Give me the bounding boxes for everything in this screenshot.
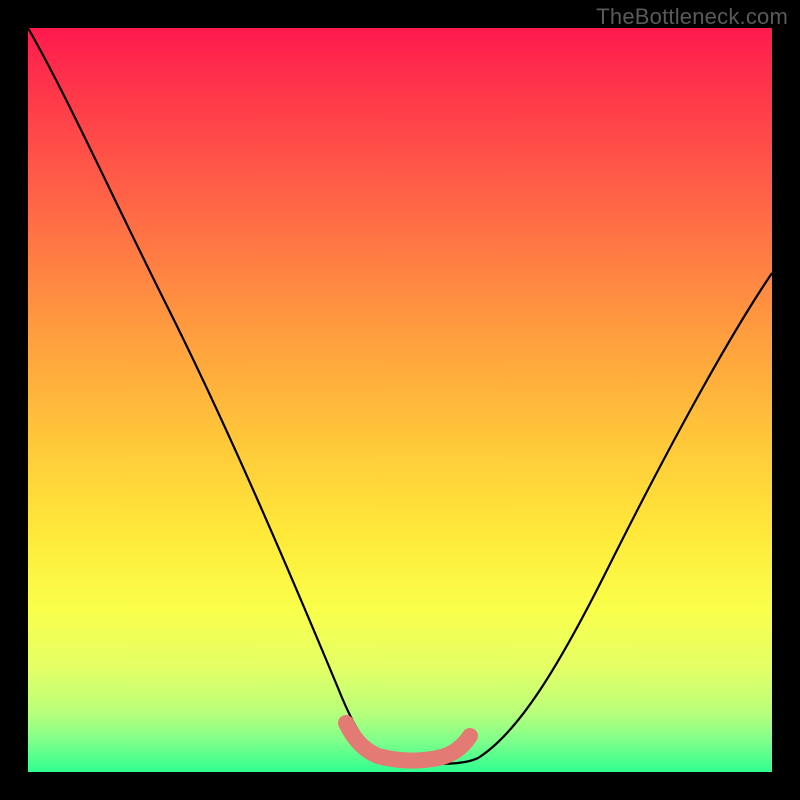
optimal-zone-highlight: [346, 723, 470, 761]
curve-left-branch: [28, 28, 398, 763]
chart-plot-area: [28, 28, 772, 772]
bottleneck-curve: [28, 28, 772, 772]
curve-right-branch: [428, 273, 772, 764]
watermark-text: TheBottleneck.com: [596, 4, 788, 30]
